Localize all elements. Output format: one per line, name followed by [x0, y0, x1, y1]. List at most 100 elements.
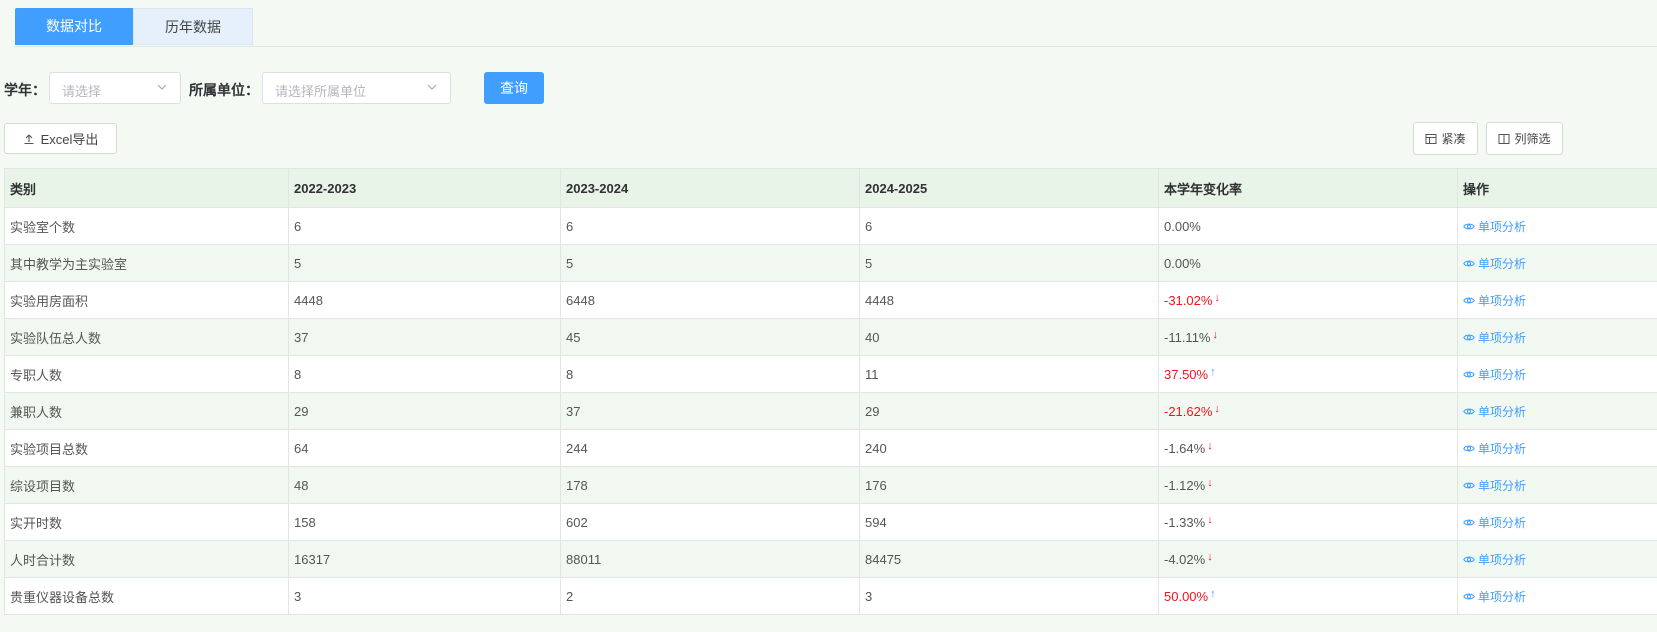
arrow-down-icon: ↓ [1214, 291, 1220, 304]
cell-year-2: 6448 [560, 281, 860, 319]
eye-icon [1463, 408, 1475, 414]
change-rate-value: 0.00% [1164, 255, 1201, 271]
cell-year-1: 3 [288, 577, 561, 615]
cell-actions: 单项分析 [1457, 540, 1657, 578]
arrow-down-icon: ↓ [1212, 328, 1219, 341]
cell-actions: 单项分析 [1457, 577, 1657, 615]
comparison-table: 类别 2022-2023 2023-2024 2024-2025 本学年变化率 … [4, 168, 1657, 615]
single-analysis-label: 单项分析 [1478, 589, 1527, 604]
table-row: 实开时数 158 602 594 -1.33% ↓ 单项分析 [4, 503, 1657, 541]
cell-year-2: 37 [560, 392, 860, 430]
compact-label: 紧凑 [1441, 132, 1466, 146]
single-analysis-link[interactable]: 单项分析 [1463, 514, 1526, 531]
unit-label: 所属单位： [189, 82, 259, 98]
layout-icon [1425, 133, 1437, 144]
single-analysis-link[interactable]: 单项分析 [1463, 329, 1526, 346]
cell-year-1: 4448 [288, 281, 561, 319]
table-row: 人时合计数 16317 88011 84475 -4.02% ↓ 单项分析 [4, 540, 1657, 578]
single-analysis-link[interactable]: 单项分析 [1463, 403, 1526, 420]
arrow-down-icon: ↓ [1207, 439, 1213, 452]
cell-change-rate: -1.12% ↓ [1158, 466, 1458, 504]
single-analysis-label: 单项分析 [1478, 330, 1527, 345]
cell-year-1: 158 [288, 503, 561, 541]
cell-category: 实验用房面积 [4, 281, 289, 319]
cell-category: 实验队伍总人数 [4, 318, 289, 356]
excel-export-button[interactable]: Excel导出 [4, 123, 117, 154]
arrow-down-icon: ↓ [1207, 476, 1213, 489]
query-button[interactable]: 查询 [484, 72, 544, 104]
cell-category: 实验室个数 [4, 207, 289, 245]
arrow-down-icon: ↓ [1207, 513, 1213, 526]
cell-year-3: 240 [859, 429, 1159, 467]
table-header-row: 类别 2022-2023 2023-2024 2024-2025 本学年变化率 … [4, 168, 1657, 208]
single-analysis-link[interactable]: 单项分析 [1463, 440, 1526, 457]
year-placeholder: 请选择 [62, 84, 102, 99]
unit-placeholder: 请选择所属单位 [275, 84, 367, 99]
cell-year-3: 11 [859, 355, 1159, 393]
single-analysis-label: 单项分析 [1478, 441, 1527, 456]
columns-icon [1498, 133, 1510, 144]
cell-year-3: 3 [859, 577, 1159, 615]
compact-button[interactable]: 紧凑 [1413, 122, 1478, 155]
single-analysis-label: 单项分析 [1478, 515, 1527, 530]
cell-year-3: 84475 [859, 540, 1159, 578]
cell-change-rate: 50.00% ↑ [1158, 577, 1458, 615]
chevron-down-icon [427, 84, 437, 90]
arrow-down-icon: ↓ [1214, 402, 1220, 415]
tab-data-compare[interactable]: 数据对比 [15, 8, 133, 45]
arrow-up-icon: ↑ [1210, 365, 1216, 378]
cell-actions: 单项分析 [1457, 355, 1657, 393]
cell-category: 人时合计数 [4, 540, 289, 578]
change-rate-value: -1.33% [1164, 514, 1206, 530]
eye-icon [1463, 334, 1475, 340]
cell-change-rate: 0.00% [1158, 244, 1458, 282]
col-header-year-1[interactable]: 2022-2023 [288, 168, 561, 208]
single-analysis-link[interactable]: 单项分析 [1463, 218, 1526, 235]
eye-icon [1463, 297, 1475, 303]
cell-year-3: 29 [859, 392, 1159, 430]
cell-year-1: 37 [288, 318, 561, 356]
cell-change-rate: 0.00% [1158, 207, 1458, 245]
col-header-category[interactable]: 类别 [4, 168, 289, 208]
tab-history-data[interactable]: 历年数据 [133, 8, 253, 45]
single-analysis-link[interactable]: 单项分析 [1463, 477, 1526, 494]
single-analysis-link[interactable]: 单项分析 [1463, 255, 1526, 272]
cell-actions: 单项分析 [1457, 466, 1657, 504]
eye-icon [1463, 593, 1475, 599]
single-analysis-label: 单项分析 [1478, 478, 1527, 493]
cell-year-2: 6 [560, 207, 860, 245]
single-analysis-link[interactable]: 单项分析 [1463, 292, 1526, 309]
eye-icon [1463, 482, 1475, 488]
cell-year-2: 2 [560, 577, 860, 615]
change-rate-value: -11.11% [1164, 329, 1211, 345]
cell-actions: 单项分析 [1457, 318, 1657, 356]
cell-year-3: 40 [859, 318, 1159, 356]
arrow-down-icon: ↓ [1207, 550, 1213, 563]
tab-divider [15, 46, 1657, 47]
eye-icon [1463, 260, 1475, 266]
single-analysis-link[interactable]: 单项分析 [1463, 551, 1526, 568]
table-row: 兼职人数 29 37 29 -21.62% ↓ 单项分析 [4, 392, 1657, 430]
cell-category: 实开时数 [4, 503, 289, 541]
single-analysis-label: 单项分析 [1478, 293, 1527, 308]
year-select[interactable]: 请选择 [49, 72, 181, 104]
single-analysis-link[interactable]: 单项分析 [1463, 366, 1526, 383]
change-rate-value: -1.12% [1164, 477, 1206, 493]
column-filter-label: 列筛选 [1514, 132, 1551, 146]
single-analysis-link[interactable]: 单项分析 [1463, 588, 1526, 605]
eye-icon [1463, 371, 1475, 377]
cell-year-1: 8 [288, 355, 561, 393]
unit-select[interactable]: 请选择所属单位 [262, 72, 451, 104]
cell-year-3: 6 [859, 207, 1159, 245]
cell-actions: 单项分析 [1457, 503, 1657, 541]
col-header-year-3[interactable]: 2024-2025 [859, 168, 1159, 208]
single-analysis-label: 单项分析 [1478, 552, 1527, 567]
eye-icon [1463, 223, 1475, 229]
col-header-change-rate[interactable]: 本学年变化率 [1158, 168, 1458, 208]
cell-year-1: 64 [288, 429, 561, 467]
table-row: 贵重仪器设备总数 3 2 3 50.00% ↑ 单项分析 [4, 577, 1657, 615]
col-header-year-2[interactable]: 2023-2024 [560, 168, 860, 208]
cell-year-1: 29 [288, 392, 561, 430]
arrow-up-icon: ↑ [1210, 587, 1216, 600]
column-filter-button[interactable]: 列筛选 [1486, 122, 1563, 155]
